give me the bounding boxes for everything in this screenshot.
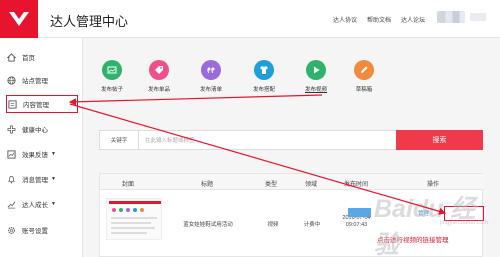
document-icon [7, 99, 17, 109]
sidebar-item-label: 达人成长 [22, 202, 48, 209]
link-forum[interactable]: 达人论坛 [401, 15, 425, 24]
top-header: 达人管理中心 达人协议 帮助文档 达人论坛 [0, 0, 500, 38]
sidebar-item-account[interactable]: 账号设置 [6, 221, 78, 239]
play-icon [306, 60, 326, 80]
bell-icon [6, 174, 16, 184]
shirt-icon [254, 60, 274, 80]
sidebar-item-label: 首页 [22, 55, 35, 62]
publish-video-button[interactable]: 发布视频 [296, 60, 336, 93]
sidebar-item-home[interactable]: 首页 [6, 48, 78, 66]
link-help-docs[interactable]: 帮助文档 [367, 15, 391, 24]
watermark-url: jingyan.baidu.com [440, 220, 489, 226]
logo[interactable] [0, 0, 38, 38]
tool-label: 发布单品 [147, 87, 170, 93]
user-name[interactable] [470, 13, 486, 21]
sidebar-item-feedback[interactable]: 效果反馈 ▼ [6, 145, 78, 163]
sidebar: 首页 站点管理 内容管理 健康中心 效果反馈 ▼ 消息管理 ▼ 达人成长 ▼ 账… [0, 38, 83, 257]
search-button[interactable]: 搜索 [396, 130, 483, 150]
sidebar-item-site[interactable]: 站点管理 [6, 71, 78, 89]
keyword-label: 关键字 [99, 130, 139, 150]
plus-icon [6, 124, 16, 134]
tool-label: 发布视频 [304, 87, 327, 93]
tool-label: 发布帖子 [100, 87, 123, 93]
tool-label: 发布搭配 [252, 87, 275, 93]
row-time: 09:07:43 [345, 222, 368, 228]
publish-toolbar: 发布帖子 发布单品 发布清单 发布搭配 发布视频 草稿箱 [92, 60, 392, 100]
drafts-button[interactable]: 草稿箱 [344, 60, 384, 93]
action-button[interactable] [348, 208, 371, 217]
column-header-date: 发布时间 [344, 182, 369, 188]
sidebar-item-label: 站点管理 [22, 78, 48, 85]
tool-label: 发布清单 [199, 87, 222, 93]
growth-icon [6, 199, 16, 209]
sidebar-item-label: 效果反馈 [22, 152, 48, 159]
chart-icon [6, 149, 16, 159]
logo-icon [9, 12, 29, 26]
row-type: 视频 [267, 222, 279, 228]
publish-outfit-button[interactable]: 发布搭配 [244, 60, 284, 93]
avatar[interactable] [437, 11, 465, 23]
search-input[interactable]: 在此输入标题或标签 [139, 130, 415, 150]
app-title: 达人管理中心 [50, 14, 129, 29]
tool-label: 草稿箱 [355, 87, 373, 93]
column-header-title: 标题 [201, 182, 214, 188]
publish-list-button[interactable]: 发布清单 [191, 60, 231, 93]
top-links: 达人协议 帮助文档 达人论坛 [333, 15, 425, 24]
publish-post-button[interactable]: 发布帖子 [92, 60, 132, 93]
column-header-action: 操作 [427, 182, 440, 188]
cover-thumbnail[interactable] [106, 198, 162, 240]
column-header-type: 类型 [265, 182, 278, 188]
sidebar-item-health[interactable]: 健康中心 [6, 120, 78, 138]
row-title: 蓝女娃娃鞋试用活动 [183, 222, 233, 228]
tag-icon [149, 60, 169, 80]
pencil-icon [354, 60, 374, 80]
quote-icon [201, 60, 221, 80]
gear-icon [6, 225, 16, 235]
column-header-cover: 封面 [122, 182, 135, 188]
publish-item-button[interactable]: 发布单品 [139, 60, 179, 93]
column-header-domain: 领域 [305, 182, 318, 188]
image-icon [102, 60, 122, 80]
link-agreement[interactable]: 达人协议 [333, 15, 357, 24]
table-header: 封面 标题 类型 领域 发布时间 操作 [100, 174, 484, 190]
globe-icon [6, 75, 16, 85]
sidebar-item-messages[interactable]: 消息管理 ▼ [6, 170, 78, 188]
sidebar-item-growth[interactable]: 达人成长 ▼ [6, 195, 78, 213]
sidebar-item-label: 账号设置 [22, 228, 48, 235]
chevron-down-icon: ▼ [51, 201, 56, 207]
sidebar-item-content[interactable]: 内容管理 [6, 95, 78, 113]
row-domain: 计费中 [303, 222, 321, 228]
chevron-down-icon: ▼ [51, 151, 56, 157]
sidebar-item-label: 内容管理 [23, 102, 49, 109]
sidebar-item-label: 消息管理 [22, 177, 48, 184]
home-icon [6, 52, 16, 62]
sidebar-item-label: 健康中心 [22, 127, 48, 134]
chevron-down-icon: ▼ [51, 176, 56, 182]
